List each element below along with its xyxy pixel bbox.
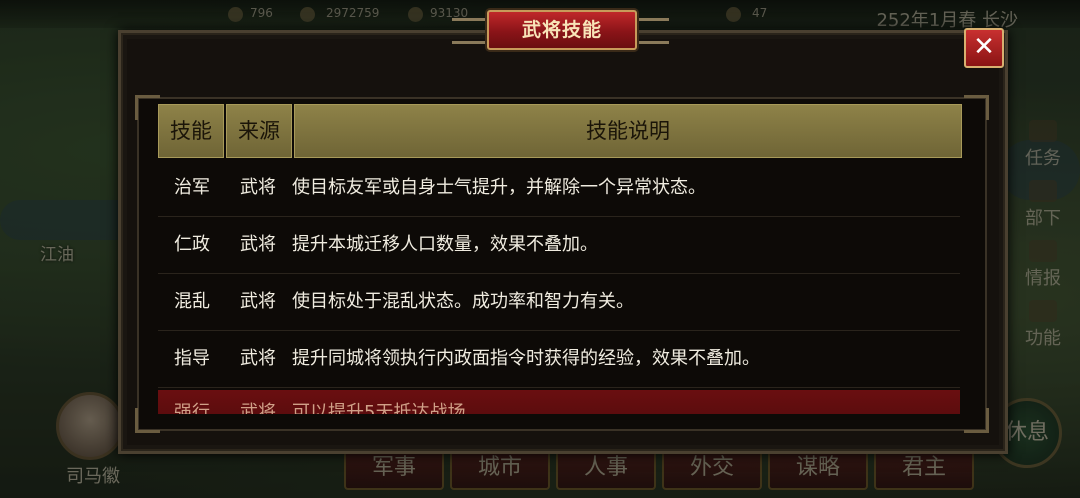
skill-source: 武将 (240, 291, 276, 312)
corner-ornament (964, 408, 989, 433)
table-row[interactable]: 治军 武将 使目标友军或自身士气提升，并解除一个异常状态。 (158, 160, 960, 217)
close-icon: ✕ (973, 32, 995, 62)
skill-source: 武将 (240, 234, 276, 255)
title-ornament (633, 18, 669, 44)
corner-ornament (135, 408, 160, 433)
skill-source: 武将 (240, 402, 276, 414)
column-header-skill: 技能 (158, 104, 224, 158)
skill-description: 使目标友军或自身士气提升，并解除一个异常状态。 (292, 177, 706, 198)
skill-name: 强行 (174, 402, 210, 414)
skill-name: 指导 (174, 348, 210, 369)
skill-name: 仁政 (174, 234, 210, 255)
skill-description: 提升本城迁移人口数量，效果不叠加。 (292, 234, 598, 255)
skill-description: 可以提升5天抵达战场 (292, 402, 466, 414)
column-header-source: 来源 (226, 104, 292, 158)
close-button[interactable]: ✕ (964, 28, 1004, 68)
corner-ornament (964, 95, 989, 120)
corner-ornament (135, 95, 160, 120)
skills-table-header: 技能 来源 技能说明 (158, 104, 962, 158)
skills-table-body[interactable]: 治军 武将 使目标友军或自身士气提升，并解除一个异常状态。 仁政 武将 提升本城… (158, 160, 960, 414)
skill-description: 使目标处于混乱状态。成功率和智力有关。 (292, 291, 634, 312)
skill-name: 混乱 (174, 291, 210, 312)
dialog-title: 武将技能 (487, 10, 637, 50)
table-row-selected[interactable]: 强行 武将 可以提升5天抵达战场 (158, 390, 960, 414)
skill-source: 武将 (240, 177, 276, 198)
skill-description: 提升同城将领执行内政面指令时获得的经验，效果不叠加。 (292, 348, 760, 369)
table-row[interactable]: 混乱 武将 使目标处于混乱状态。成功率和智力有关。 (158, 274, 960, 331)
column-header-description: 技能说明 (294, 104, 962, 158)
skill-source: 武将 (240, 348, 276, 369)
table-row[interactable]: 指导 武将 提升同城将领执行内政面指令时获得的经验，效果不叠加。 (158, 331, 960, 388)
skill-name: 治军 (174, 177, 210, 198)
table-row[interactable]: 仁政 武将 提升本城迁移人口数量，效果不叠加。 (158, 217, 960, 274)
title-ornament (452, 18, 488, 44)
